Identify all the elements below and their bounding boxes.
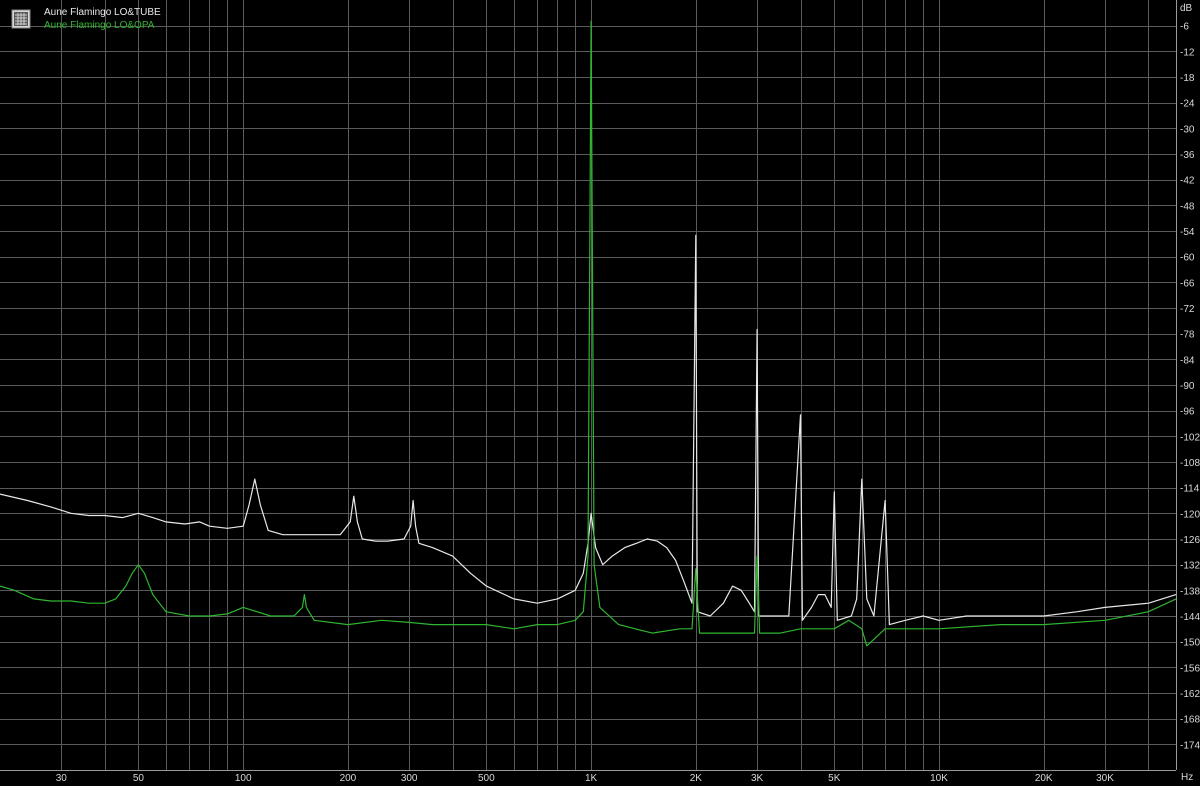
y-tick-label: -48 bbox=[1180, 201, 1195, 212]
x-tick-label: 300 bbox=[401, 773, 418, 784]
x-tick-label: 5K bbox=[828, 773, 841, 784]
y-tick-label: -150 bbox=[1180, 638, 1200, 649]
legend-entry-tube: Aune Flamingo LO&TUBE bbox=[44, 7, 161, 18]
y-tick-label: -36 bbox=[1180, 150, 1195, 161]
x-tick-label: 20K bbox=[1035, 773, 1053, 784]
y-tick-label: -90 bbox=[1180, 381, 1195, 392]
y-tick-label: -114 bbox=[1180, 484, 1200, 495]
y-tick-label: -24 bbox=[1180, 99, 1195, 110]
y-tick-label: -144 bbox=[1180, 612, 1200, 623]
y-tick-label: -168 bbox=[1180, 715, 1200, 726]
y-tick-label: -126 bbox=[1180, 535, 1200, 546]
y-tick-label: -96 bbox=[1180, 407, 1195, 418]
y-tick-label: -108 bbox=[1180, 458, 1200, 469]
x-tick-label: 100 bbox=[235, 773, 252, 784]
x-tick-label: 50 bbox=[133, 773, 145, 784]
x-tick-label: 1K bbox=[585, 773, 598, 784]
x-tick-label: 10K bbox=[930, 773, 948, 784]
plot-background bbox=[0, 0, 1200, 786]
y-tick-label: -42 bbox=[1180, 176, 1195, 187]
y-tick-label: -102 bbox=[1180, 432, 1200, 443]
x-axis-unit: Hz bbox=[1181, 772, 1193, 783]
y-tick-label: -66 bbox=[1180, 278, 1195, 289]
y-tick-label: -18 bbox=[1180, 73, 1195, 84]
legend-entry-opa: Aune Flamingo LO&OPA bbox=[44, 20, 155, 31]
x-tick-label: 30K bbox=[1096, 773, 1114, 784]
y-axis-unit: dB bbox=[1180, 3, 1193, 14]
y-tick-label: -78 bbox=[1180, 330, 1195, 341]
legend-icon bbox=[11, 9, 31, 29]
y-tick-label: -12 bbox=[1180, 47, 1195, 58]
x-tick-label: 2K bbox=[690, 773, 703, 784]
y-tick-label: -138 bbox=[1180, 586, 1200, 597]
y-tick-label: -54 bbox=[1180, 227, 1195, 238]
y-tick-label: -6 bbox=[1180, 22, 1189, 33]
x-tick-label: 30 bbox=[56, 773, 68, 784]
y-tick-label: -84 bbox=[1180, 355, 1195, 366]
y-tick-label: -30 bbox=[1180, 124, 1195, 135]
y-tick-label: -120 bbox=[1180, 509, 1200, 520]
y-tick-label: -174 bbox=[1180, 740, 1200, 751]
x-tick-label: 200 bbox=[340, 773, 357, 784]
x-tick-label: 500 bbox=[478, 773, 495, 784]
y-tick-label: -60 bbox=[1180, 253, 1195, 264]
y-tick-label: -162 bbox=[1180, 689, 1200, 700]
fft-spectrum-chart: -6 -12 -18 -24 -30 -36 -42 -48 -54 -60 -66 -72 -78 -8… bbox=[0, 0, 1200, 786]
y-tick-label: -72 bbox=[1180, 304, 1195, 315]
x-tick-label: 3K bbox=[751, 773, 764, 784]
y-tick-label: -156 bbox=[1180, 663, 1200, 674]
y-tick-label: -132 bbox=[1180, 561, 1200, 572]
